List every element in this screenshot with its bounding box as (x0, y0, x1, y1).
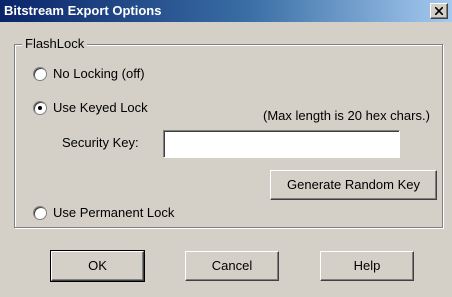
close-icon (435, 7, 443, 15)
cancel-button[interactable]: Cancel (185, 251, 279, 281)
radio-use-permanent-lock[interactable]: Use Permanent Lock (33, 205, 174, 220)
flashlock-group-label: FlashLock (22, 36, 88, 51)
radio-use-permanent-lock-label: Use Permanent Lock (53, 205, 175, 220)
security-key-label: Security Key: (62, 135, 139, 150)
security-key-input[interactable] (163, 130, 400, 158)
help-button[interactable]: Help (320, 251, 414, 281)
radio-use-keyed-lock-indicator[interactable] (33, 100, 47, 115)
max-length-hint: (Max length is 20 hex chars.) (263, 108, 430, 123)
radio-no-locking-indicator[interactable] (33, 66, 47, 81)
generate-random-key-button[interactable]: Generate Random Key (270, 170, 437, 200)
title-bar: Bitstream Export Options (0, 0, 452, 22)
ok-button[interactable]: OK (50, 250, 145, 282)
close-button[interactable] (430, 3, 448, 19)
radio-selected-dot (38, 105, 42, 110)
radio-no-locking[interactable]: No Locking (off) (33, 66, 145, 81)
radio-no-locking-label: No Locking (off) (53, 66, 145, 81)
window-title: Bitstream Export Options (4, 3, 162, 18)
radio-use-permanent-lock-indicator[interactable] (33, 205, 47, 220)
radio-use-keyed-lock-label: Use Keyed Lock (53, 100, 148, 115)
radio-use-keyed-lock[interactable]: Use Keyed Lock (33, 100, 148, 115)
